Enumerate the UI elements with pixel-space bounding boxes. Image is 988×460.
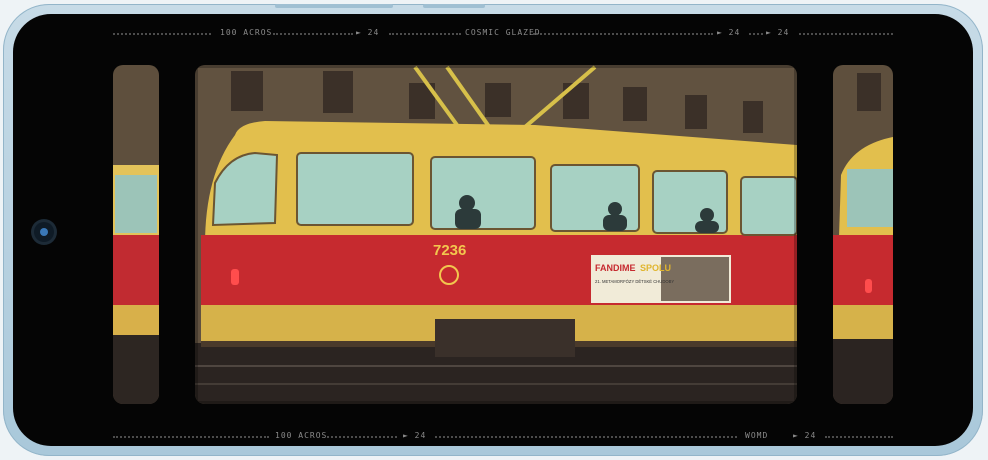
top-frame-id: 100 ACROS <box>220 28 273 37</box>
bottom-counter-1: ► 24 <box>403 431 427 440</box>
bottom-counter-2: ► 24 <box>793 431 817 440</box>
top-counter-2: ► 24 <box>717 28 741 37</box>
main-photo-frame[interactable]: 7236 FANDIME SPOLU 21. METAMORFÓZY DĚTSK… <box>195 65 797 404</box>
next-photo <box>833 65 893 404</box>
tram-photo: 7236 FANDIME SPOLU 21. METAMORFÓZY DĚTSK… <box>195 65 797 404</box>
tram-number: 7236 <box>433 242 466 259</box>
top-film-strip: 100 ACROS ► 24 COSMIC GLAZED ► 24 ► 24 <box>113 25 893 41</box>
power-button <box>423 4 485 8</box>
previous-photo <box>113 65 159 404</box>
top-film-name: COSMIC GLAZED <box>465 28 541 37</box>
previous-photo-frame[interactable] <box>113 65 159 404</box>
advert-title: FANDIME <box>595 263 636 273</box>
phone-screen: 100 ACROS ► 24 COSMIC GLAZED ► 24 ► 24 1… <box>13 14 973 446</box>
front-camera <box>34 222 54 242</box>
advert-title-accent: SPOLU <box>640 263 671 273</box>
top-counter-3: ► 24 <box>766 28 790 37</box>
next-photo-frame[interactable] <box>833 65 893 404</box>
volume-button <box>275 4 393 8</box>
bottom-frame-id: 100 ACROS <box>275 431 328 440</box>
bottom-mode: WOMD <box>745 431 769 440</box>
advert-subtitle: 21. METAMORFÓZY DĚTSKÉ CHUDOBY <box>595 279 674 284</box>
phone-frame: 100 ACROS ► 24 COSMIC GLAZED ► 24 ► 24 1… <box>3 4 983 456</box>
top-counter-1: ► 24 <box>356 28 380 37</box>
bottom-film-strip: 100 ACROS ► 24 WOMD ► 24 <box>113 428 893 444</box>
